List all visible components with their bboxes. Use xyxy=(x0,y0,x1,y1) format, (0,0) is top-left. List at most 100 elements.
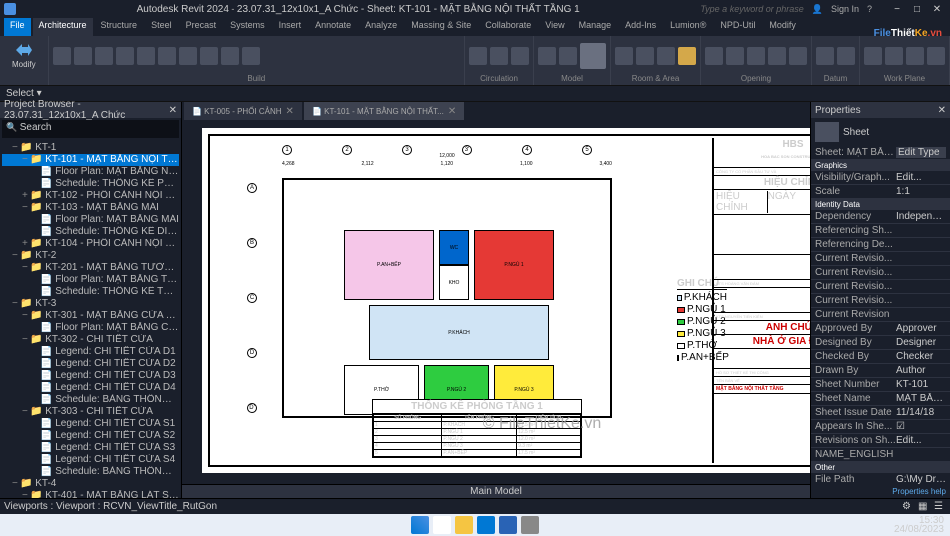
view-tab[interactable]: 📄 KT-101 - MẶT BẰNG NỘI THẤT... ✕ xyxy=(304,102,464,120)
ribbon-tab-insert[interactable]: Insert xyxy=(273,18,308,36)
maximize-button[interactable]: □ xyxy=(908,2,926,16)
select-dropdown[interactable]: Select ▾ xyxy=(6,88,42,99)
prop-row[interactable]: File PathG:\My Drive\2. C xyxy=(811,473,950,485)
ribbon-tab-collaborate[interactable]: Collaborate xyxy=(479,18,537,36)
prop-row[interactable]: Sheet Issue Date11/14/18 xyxy=(811,406,950,420)
set-icon[interactable] xyxy=(864,47,882,65)
tree-node[interactable]: −📁 KT-401 - MẶT BẰNG LÁT SÀN TẦNG 1 xyxy=(2,490,179,498)
tree-node[interactable]: 📄 Schedule: THỐNG KÊ PHÒNG TẦNG 1 xyxy=(2,178,179,190)
wall-opening-icon[interactable] xyxy=(747,47,765,65)
stair-icon[interactable] xyxy=(511,47,529,65)
title-block[interactable]: HBSHOA BAC SON CONSTRUCT.,JST CÔNG TY CỔ… xyxy=(712,138,810,463)
ribbon-tab-file[interactable]: File xyxy=(4,18,31,36)
curtain-icon[interactable] xyxy=(221,47,239,65)
tree-node[interactable]: −📁 KT-4 xyxy=(2,478,179,490)
view-tab[interactable]: 📄 KT-005 - PHỐI CẢNH ✕ xyxy=(184,102,302,120)
ribbon-tab-annotate[interactable]: Annotate xyxy=(309,18,357,36)
type-selector[interactable]: Sheet: MẶT BẰNG N Edit Type xyxy=(811,146,950,160)
status-icon[interactable]: ☰ xyxy=(934,501,946,513)
tree-node[interactable]: 📄 Schedule: THỐNG KÊ DIỆN TÍCH MÁI xyxy=(2,226,179,238)
prop-row[interactable]: Visibility/Graph...Edit... xyxy=(811,171,950,185)
ribbon-tab-manage[interactable]: Manage xyxy=(573,18,618,36)
ref-plane-icon[interactable] xyxy=(906,47,924,65)
prop-section-header[interactable]: Graphics xyxy=(811,160,950,171)
drawing-canvas[interactable]: 1233'45 ABCDD' 4,2682,1121,1201,1003,400… xyxy=(182,120,810,484)
prop-row[interactable]: Current Revisio... xyxy=(811,294,950,308)
app-icon[interactable] xyxy=(521,516,539,534)
prop-row[interactable]: Current Revisio... xyxy=(811,252,950,266)
search-icon[interactable] xyxy=(433,516,451,534)
properties-help-link[interactable]: Properties help xyxy=(811,485,950,498)
ribbon-tab-massingsite[interactable]: Massing & Site xyxy=(405,18,477,36)
revit-icon[interactable] xyxy=(499,516,517,534)
prop-section-header[interactable]: Other xyxy=(811,462,950,473)
tag-room-icon[interactable] xyxy=(657,47,675,65)
wall-icon[interactable] xyxy=(53,47,71,65)
prop-row[interactable]: Scale1:1 xyxy=(811,185,950,199)
dormer-icon[interactable] xyxy=(789,47,807,65)
ribbon-tab-precast[interactable]: Precast xyxy=(180,18,223,36)
windows-taskbar[interactable]: 15:3024/08/2023 xyxy=(0,514,950,536)
tree-node[interactable]: 📄 Floor Plan: MẶT BẰNG NỘI THẤT TẦNG 1 xyxy=(2,166,179,178)
prop-row[interactable]: Approved ByApprover xyxy=(811,322,950,336)
by-face-icon[interactable] xyxy=(705,47,723,65)
minimize-button[interactable]: − xyxy=(888,2,906,16)
tree-node[interactable]: 📄 Floor Plan: MẶT BẰNG MÁI xyxy=(2,214,179,226)
window-icon[interactable] xyxy=(95,47,113,65)
component-icon[interactable] xyxy=(116,47,134,65)
prop-row[interactable]: Referencing Sh... xyxy=(811,224,950,238)
taskbar-clock[interactable]: 15:3024/08/2023 xyxy=(894,516,944,534)
prop-row[interactable]: Current Revisio... xyxy=(811,280,950,294)
prop-row[interactable]: Designed ByDesigner xyxy=(811,336,950,350)
prop-row[interactable]: NAME_ENGLISH xyxy=(811,448,950,462)
tree-node[interactable]: −📁 KT-2 xyxy=(2,250,179,262)
ribbon-tab-view[interactable]: View xyxy=(539,18,570,36)
close-tab-icon[interactable]: ✕ xyxy=(448,106,456,117)
tree-node[interactable]: 📄 Legend: CHI TIẾT CỬA S3 xyxy=(2,442,179,454)
door-icon[interactable] xyxy=(74,47,92,65)
tree-node[interactable]: 📄 Legend: CHI TIẾT CỬA D1 xyxy=(2,346,179,358)
prop-row[interactable]: Checked ByChecker xyxy=(811,350,950,364)
prop-row[interactable]: DependencyIndependent xyxy=(811,210,950,224)
ribbon-tab-steel[interactable]: Steel xyxy=(145,18,178,36)
model-text-icon[interactable] xyxy=(538,47,556,65)
ribbon-tab-systems[interactable]: Systems xyxy=(224,18,271,36)
tree-node[interactable]: 📄 Floor Plan: MẶT BẰNG TƯỜNG XÂY TẦNG 1 xyxy=(2,274,179,286)
prop-row[interactable]: Appears In She...☑ xyxy=(811,420,950,434)
column-icon[interactable] xyxy=(137,47,155,65)
room[interactable]: P.NGỦ 1 xyxy=(474,230,554,300)
browser-search[interactable]: 🔍 Search xyxy=(2,120,179,138)
tree-node[interactable]: 📄 Legend: CHI TIẾT CỬA D4 xyxy=(2,382,179,394)
ribbon-tab-architecture[interactable]: Architecture xyxy=(33,18,93,36)
user-icon[interactable]: 👤 xyxy=(812,4,823,15)
ramp-icon[interactable] xyxy=(490,47,508,65)
prop-row[interactable]: Referencing De... xyxy=(811,238,950,252)
prop-row[interactable]: Drawn ByAuthor xyxy=(811,364,950,378)
area-icon[interactable] xyxy=(678,47,696,65)
room[interactable]: KHO xyxy=(439,265,469,300)
floor-plan-viewport[interactable]: 1233'45 ABCDD' 4,2682,1121,1201,1003,400… xyxy=(232,143,662,443)
grid-icon[interactable] xyxy=(837,47,855,65)
tree-node[interactable]: −📁 KT-3 xyxy=(2,298,179,310)
close-panel-icon[interactable]: ✕ xyxy=(938,105,946,116)
ribbon-tab-modify[interactable]: Modify xyxy=(763,18,802,36)
prop-row[interactable]: Sheet NameMẶT BẰNG NỘ xyxy=(811,392,950,406)
browser-tree[interactable]: −📁 KT-1−📁 KT-101 - MẶT BẰNG NỘI THẤT TẦN… xyxy=(0,140,181,498)
tree-node[interactable]: 📄 Schedule: THỐNG KÊ TƯỜNG TỔNG HỢP xyxy=(2,286,179,298)
qat-icon[interactable] xyxy=(4,3,16,15)
tree-node[interactable]: 📄 Legend: CHI TIẾT CỬA D2 xyxy=(2,358,179,370)
explorer-icon[interactable] xyxy=(455,516,473,534)
prop-row[interactable]: Current Revision xyxy=(811,308,950,322)
tree-node[interactable]: −📁 KT-303 - CHI TIẾT CỬA xyxy=(2,406,179,418)
ribbon-tab-addins[interactable]: Add-Ins xyxy=(619,18,662,36)
ribbon-tab-lumion[interactable]: Lumion® xyxy=(664,18,712,36)
floor-icon[interactable] xyxy=(200,47,218,65)
vertical-icon[interactable] xyxy=(768,47,786,65)
tree-node[interactable]: 📄 Schedule: BẢNG THỐNG KÊ CỬA SỔ xyxy=(2,466,179,478)
room[interactable]: P.KHÁCH xyxy=(369,305,549,360)
model-group-icon[interactable] xyxy=(580,43,606,69)
railing-icon[interactable] xyxy=(469,47,487,65)
ribbon-tab-structure[interactable]: Structure xyxy=(95,18,144,36)
prop-section-header[interactable]: Identity Data xyxy=(811,199,950,210)
show-icon[interactable] xyxy=(885,47,903,65)
